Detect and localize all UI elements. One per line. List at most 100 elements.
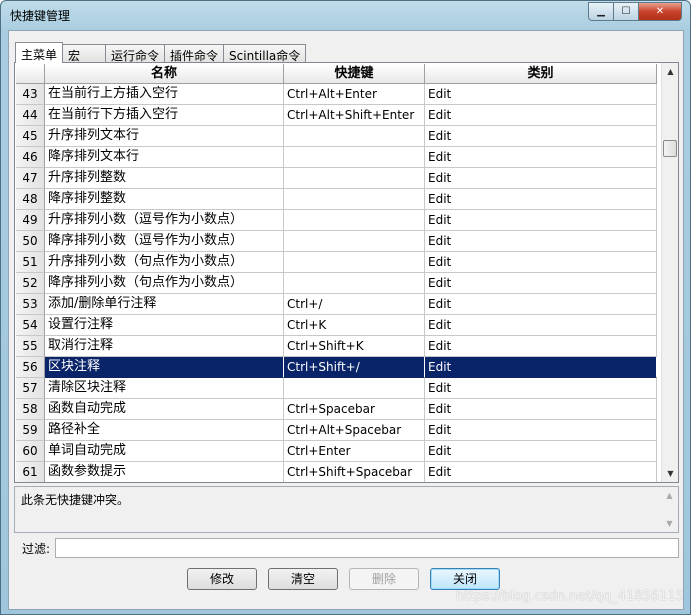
row-shortcut: Ctrl+Alt+Enter (284, 84, 425, 105)
conflict-scrollbar[interactable]: ▲ ▼ (661, 487, 678, 532)
row-name: 函数参数提示 (45, 462, 284, 482)
row-name: 降序排列小数（句点作为小数点） (45, 273, 284, 294)
table-row[interactable]: 45 升序排列文本行 Edit (16, 126, 657, 147)
row-shortcut (284, 252, 425, 273)
row-number: 52 (16, 273, 45, 294)
row-name: 添加/删除单行注释 (45, 294, 284, 315)
conflict-info-box: 此条无快捷键冲突。 ▲ ▼ (14, 486, 679, 533)
row-name: 在当前行下方插入空行 (45, 105, 284, 126)
maximize-button[interactable]: ☐ (614, 2, 639, 21)
tab-macro[interactable]: 宏 (62, 44, 107, 63)
row-category: Edit (425, 105, 657, 126)
row-shortcut: Ctrl+Shift+Spacebar (284, 462, 425, 482)
scroll-up-arrow-icon[interactable]: ▲ (662, 63, 678, 80)
row-shortcut: Ctrl+Alt+Shift+Enter (284, 105, 425, 126)
header-name[interactable]: 名称 (45, 64, 284, 84)
table-row[interactable]: 49 升序排列小数（逗号作为小数点） Edit (16, 210, 657, 231)
row-number: 51 (16, 252, 45, 273)
row-number: 56 (16, 357, 45, 378)
clear-button[interactable]: 清空 (268, 568, 338, 590)
conflict-message: 此条无快捷键冲突。 (21, 493, 130, 507)
table-row[interactable]: 48 降序排列整数 Edit (16, 189, 657, 210)
table-row[interactable]: 61 函数参数提示 Ctrl+Shift+Spacebar Edit (16, 462, 657, 482)
table-row[interactable]: 56 区块注释 Ctrl+Shift+/Edit (16, 357, 657, 378)
window-controls: ▁ ☐ ✕ (588, 2, 682, 21)
tab-plugin-commands[interactable]: 插件命令 (164, 44, 225, 63)
row-number: 44 (16, 105, 45, 126)
row-category: Edit (425, 399, 657, 420)
header-corner (16, 64, 45, 84)
row-number: 48 (16, 189, 45, 210)
row-shortcut (284, 273, 425, 294)
row-shortcut (284, 168, 425, 189)
row-shortcut: Ctrl+Shift+/ (284, 357, 425, 378)
row-name: 升序排列小数（逗号作为小数点） (45, 210, 284, 231)
conflict-scroll-up-icon[interactable]: ▲ (661, 487, 678, 504)
row-shortcut (284, 378, 425, 399)
row-category: Edit (425, 84, 657, 105)
watermark: https://blog.csdn.net/qq_41856115 (455, 589, 684, 604)
row-number: 58 (16, 399, 45, 420)
row-number: 43 (16, 84, 45, 105)
row-shortcut: Ctrl+Alt+Spacebar (284, 420, 425, 441)
row-category: Edit (425, 126, 657, 147)
table-row[interactable]: 44 在当前行下方插入空行 Ctrl+Alt+Shift+Enter Edit (16, 105, 657, 126)
table-row[interactable]: 57 清除区块注释 Edit (16, 378, 657, 399)
table-row[interactable]: 47 升序排列整数 Edit (16, 168, 657, 189)
table-row[interactable]: 55 取消行注释 Ctrl+Shift+K Edit (16, 336, 657, 357)
modify-button[interactable]: 修改 (187, 568, 257, 590)
table-row[interactable]: 58 函数自动完成 Ctrl+Spacebar Edit (16, 399, 657, 420)
table-row[interactable]: 51 升序排列小数（句点作为小数点） Edit (16, 252, 657, 273)
row-category: Edit (425, 273, 657, 294)
row-name: 降序排列文本行 (45, 147, 284, 168)
table-row[interactable]: 50 降序排列小数（逗号作为小数点） Edit (16, 231, 657, 252)
filter-input[interactable] (55, 538, 679, 558)
row-shortcut: Ctrl+K (284, 315, 425, 336)
table-row[interactable]: 52 降序排列小数（句点作为小数点） Edit (16, 273, 657, 294)
minimize-button[interactable]: ▁ (588, 2, 614, 21)
row-name: 单词自动完成 (45, 441, 284, 462)
row-category: Edit (425, 189, 657, 210)
tab-scintilla-commands[interactable]: Scintilla命令 (223, 44, 307, 63)
close-button[interactable]: 关闭 (430, 568, 500, 590)
row-name: 区块注释 (45, 357, 284, 378)
header-shortcut[interactable]: 快捷键 (284, 64, 425, 84)
maximize-icon: ☐ (621, 6, 631, 17)
row-number: 46 (16, 147, 45, 168)
row-number: 60 (16, 441, 45, 462)
table-row[interactable]: 59 路径补全 Ctrl+Alt+Spacebar Edit (16, 420, 657, 441)
title-bar[interactable]: 快捷键管理 ▁ ☐ ✕ (1, 1, 690, 29)
close-window-button[interactable]: ✕ (639, 2, 682, 21)
shortcut-grid: 名称 快捷键 类别 43 在当前行上方插入空行 Ctrl+Alt+Enter Edit… (14, 62, 679, 483)
row-category: Edit (425, 315, 657, 336)
scroll-down-arrow-icon[interactable]: ▼ (662, 465, 678, 482)
table-row[interactable]: 60 单词自动完成 Ctrl+Enter Edit (16, 441, 657, 462)
row-name: 升序排列文本行 (45, 126, 284, 147)
row-shortcut (284, 189, 425, 210)
row-shortcut (284, 147, 425, 168)
row-category: Edit (425, 420, 657, 441)
tab-strip: 主菜单 宏 运行命令 插件命令 Scintilla命令 (15, 42, 307, 63)
filter-label: 过滤: (22, 542, 51, 556)
table-row[interactable]: 46 降序排列文本行 Edit (16, 147, 657, 168)
row-name: 在当前行上方插入空行 (45, 84, 284, 105)
row-number: 49 (16, 210, 45, 231)
grid-scrollbar[interactable]: ▲ ▼ (661, 63, 678, 482)
table-row[interactable]: 53 添加/删除单行注释 Ctrl+/Edit (16, 294, 657, 315)
tab-main-menu[interactable]: 主菜单 (15, 42, 64, 63)
row-name: 设置行注释 (45, 315, 284, 336)
window-title: 快捷键管理 (10, 9, 71, 23)
table-row[interactable]: 54 设置行注释 Ctrl+K Edit (16, 315, 657, 336)
row-category: Edit (425, 378, 657, 399)
table-row[interactable]: 43 在当前行上方插入空行 Ctrl+Alt+Enter Edit (16, 84, 657, 105)
row-shortcut (284, 231, 425, 252)
row-number: 54 (16, 315, 45, 336)
row-category: Edit (425, 210, 657, 231)
row-number: 53 (16, 294, 45, 315)
row-category: Edit (425, 441, 657, 462)
conflict-scroll-down-icon[interactable]: ▼ (661, 515, 678, 532)
scroll-thumb[interactable] (663, 140, 677, 157)
minimize-icon: ▁ (597, 6, 605, 17)
tab-run-commands[interactable]: 运行命令 (105, 44, 166, 63)
header-category[interactable]: 类别 (425, 64, 657, 84)
